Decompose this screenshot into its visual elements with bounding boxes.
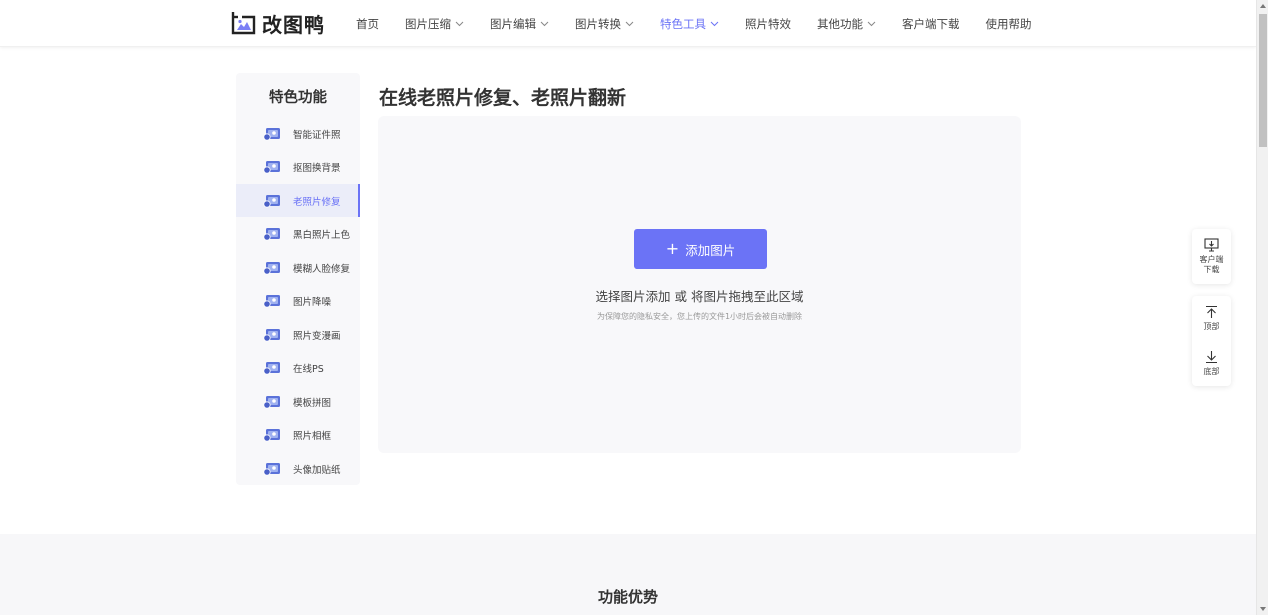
sidebar-item-sticker[interactable]: 头像加贴纸	[236, 452, 360, 485]
old-photo-icon	[263, 194, 280, 208]
sidebar-item-label: 模板拼图	[293, 397, 332, 409]
scroll-down-arrow[interactable]	[1260, 607, 1266, 611]
upload-hint: 选择图片添加 或 将图片拖拽至此区域	[595, 289, 804, 304]
sidebar-item-label: 模糊人脸修复	[293, 263, 351, 275]
sidebar-item-label: 头像加贴纸	[293, 464, 341, 476]
upload-dropzone[interactable]: + 添加图片 选择图片添加 或 将图片拖拽至此区域 为保障您的隐私安全，您上传的…	[378, 116, 1021, 453]
nav-item-featured[interactable]: 特色工具	[660, 16, 719, 32]
scrollbar-thumb[interactable]	[1259, 14, 1267, 147]
id-photo-icon	[263, 127, 280, 141]
page-scrollbar[interactable]	[1256, 0, 1268, 615]
nav-item-label: 图片转换	[575, 16, 621, 31]
nav-item-effects[interactable]: 照片特效	[745, 16, 791, 32]
sidebar-item-label: 老照片修复	[293, 196, 341, 208]
chevron-down-icon	[455, 21, 464, 26]
scroll-top-button[interactable]: 顶部	[1192, 296, 1231, 341]
client-download-card[interactable]: 客户端 下载	[1192, 229, 1231, 284]
nav-item-home[interactable]: 首页	[356, 16, 379, 32]
arrow-down-icon	[1206, 351, 1217, 364]
sidebar-item-face-repair[interactable]: 模糊人脸修复	[236, 251, 360, 284]
frame-icon	[263, 429, 280, 442]
sidebar-item-label: 智能证件照	[293, 129, 341, 141]
sidebar: 特色功能 智能证件照抠图换背景老照片修复黑白照片上色 模糊人脸修复 图片降噪照片变漫…	[236, 73, 360, 485]
nav-item-edit[interactable]: 图片编辑	[490, 16, 549, 32]
scroll-tools-card: 顶部 底部	[1192, 296, 1231, 386]
chevron-down-icon	[867, 21, 876, 26]
sidebar-item-label: 照片变漫画	[293, 330, 341, 342]
logo-icon	[231, 12, 256, 35]
monitor-download-icon	[1204, 238, 1219, 252]
sidebar-item-collage[interactable]: 模板拼图	[236, 385, 360, 418]
add-image-label: 添加图片	[685, 242, 736, 258]
chevron-down-icon	[540, 21, 549, 26]
nav-item-label: 使用帮助	[985, 16, 1032, 31]
nav-item-label: 图片压缩	[405, 16, 451, 31]
sidebar-item-colorize[interactable]: 黑白照片上色	[236, 218, 360, 251]
nav-item-help[interactable]: 使用帮助	[986, 16, 1032, 32]
logo-text: 改图鸭	[262, 12, 325, 37]
sidebar-title: 特色功能	[269, 90, 327, 106]
sidebar-item-id-photo[interactable]: 智能证件照	[236, 117, 360, 150]
ps-icon	[263, 362, 280, 375]
chevron-down-icon	[710, 21, 719, 26]
page-title: 在线老照片修复、老照片翻新	[379, 87, 627, 109]
nav-item-label: 照片特效	[745, 16, 791, 31]
nav-item-label: 特色工具	[660, 16, 706, 31]
chevron-down-icon	[625, 21, 634, 26]
sidebar-item-old-photo-repair[interactable]: 老照片修复	[236, 184, 360, 217]
nav-item-client[interactable]: 客户端下载	[902, 16, 960, 32]
cartoon-icon	[263, 328, 280, 342]
features-section: 功能优势	[0, 534, 1256, 615]
sidebar-item-online-ps[interactable]: 在线PS	[236, 352, 360, 385]
nav-item-compress[interactable]: 图片压缩	[405, 16, 464, 32]
denoise-icon	[263, 295, 280, 308]
sidebar-item-frame[interactable]: 照片相框	[236, 419, 360, 452]
nav-item-label: 客户端下载	[902, 16, 960, 31]
face-repair-icon	[263, 261, 280, 275]
logo[interactable]: 改图鸭	[230, 9, 325, 37]
scroll-up-arrow[interactable]	[1260, 4, 1266, 8]
sidebar-item-label: 在线PS	[293, 364, 324, 375]
nav-item-convert[interactable]: 图片转换	[575, 16, 634, 32]
sidebar-item-label: 黑白照片上色	[293, 230, 351, 241]
sidebar-item-label: 图片降噪	[293, 297, 332, 308]
nav-item-other[interactable]: 其他功能	[817, 16, 876, 32]
collage-icon	[263, 395, 280, 409]
privacy-note: 为保障您的隐私安全，您上传的文件1小时后会被自动删除	[596, 312, 803, 321]
sidebar-item-cutout[interactable]: 抠图换背景	[236, 151, 360, 184]
cutout-icon	[263, 161, 280, 174]
scroll-bottom-label: 底部	[1203, 367, 1220, 376]
sidebar-item-denoise[interactable]: 图片降噪	[236, 285, 360, 318]
sidebar-item-label: 照片相框	[293, 431, 332, 442]
sidebar-item-label: 抠图换背景	[293, 163, 341, 174]
top-header: 改图鸭 首页 图片压缩 图片编辑 图片转换 特色工具 照片特效 其他功能 客户端下载 使用帮助	[0, 0, 1256, 47]
sticker-icon	[263, 462, 280, 476]
client-download-button[interactable]: 客户端 下载	[1192, 229, 1231, 284]
nav-item-label: 其他功能	[817, 16, 863, 31]
colorize-icon	[263, 228, 280, 241]
arrow-up-icon	[1206, 305, 1217, 318]
nav-item-label: 图片编辑	[490, 16, 536, 31]
scroll-top-label: 顶部	[1203, 322, 1220, 331]
main-nav: 首页 图片压缩 图片编辑 图片转换 特色工具 照片特效 其他功能 客户端下载 使用帮助	[356, 0, 1058, 47]
plus-icon: +	[665, 239, 680, 258]
scroll-bottom-button[interactable]: 底部	[1192, 341, 1231, 386]
features-title: 功能优势	[597, 588, 658, 606]
client-download-label-line2: 下载	[1203, 265, 1220, 274]
client-download-label-line1: 客户端	[1199, 255, 1224, 264]
sidebar-item-cartoon[interactable]: 照片变漫画	[236, 318, 360, 351]
nav-item-label: 首页	[356, 16, 379, 31]
add-image-button[interactable]: + 添加图片	[634, 229, 767, 269]
